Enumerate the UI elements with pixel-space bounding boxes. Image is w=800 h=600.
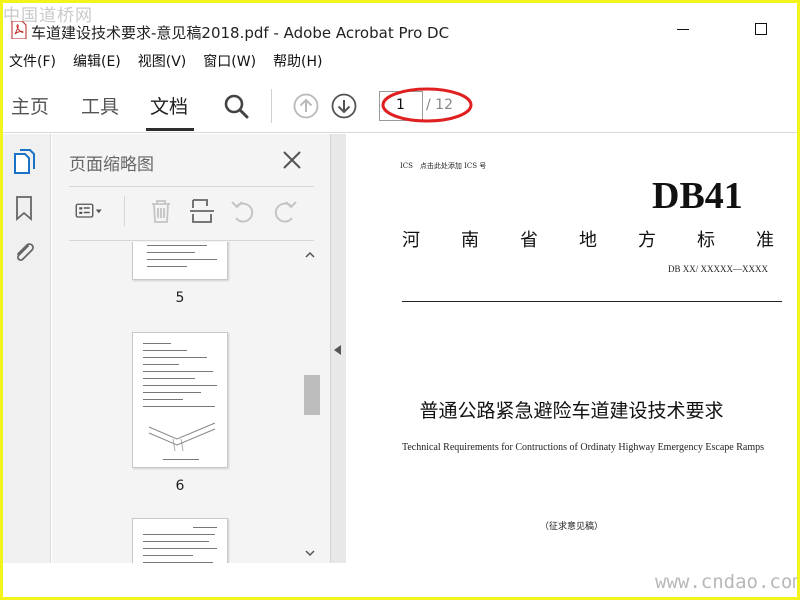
toolbar-divider <box>271 89 272 123</box>
ics-line: ICS 点击此处添加 ICS 号 <box>400 162 487 170</box>
chevron-up-icon[interactable] <box>305 250 315 260</box>
province-char: 南 <box>461 230 479 251</box>
tab-tools[interactable]: 工具 <box>81 92 119 119</box>
thumbnail-options-icon[interactable] <box>74 196 104 226</box>
menu-bar: 文件(F) 编辑(E) 视图(V) 窗口(W) 帮助(H) <box>3 51 797 73</box>
page-thumbnails-icon[interactable] <box>11 148 37 176</box>
insert-page-icon[interactable] <box>187 196 217 226</box>
thumbnail-page-7[interactable] <box>132 518 228 563</box>
title-bar: 中国道桥网 车道建设技术要求-意见稿2018.pdf - Adobe Acrob… <box>3 3 797 47</box>
menu-edit[interactable]: 编辑(E) <box>73 51 121 73</box>
delete-icon[interactable] <box>146 196 176 226</box>
active-tab-indicator <box>146 128 194 131</box>
menu-view[interactable]: 视图(V) <box>138 51 187 73</box>
standard-code: DB41 <box>652 175 743 217</box>
thumbnail-panel: 页面缩略图 5 6 <box>52 134 330 563</box>
thumbnail-page-6[interactable] <box>132 332 228 468</box>
panel-title: 页面缩略图 <box>69 155 154 175</box>
bookmark-icon[interactable] <box>11 194 37 222</box>
standard-category: 河 南 省 地 方 标 准 <box>402 226 774 252</box>
search-icon[interactable] <box>223 93 249 119</box>
paperclip-icon[interactable] <box>11 238 37 266</box>
document-title-cn: 普通公路紧急避险车道建设技术要求 <box>419 400 724 422</box>
draft-label: （征求意见稿） <box>539 522 603 532</box>
navigation-rail <box>3 134 51 563</box>
maximize-button[interactable] <box>741 17 781 41</box>
chevron-down-icon[interactable] <box>305 548 315 558</box>
thumbnail-page-5[interactable] <box>132 242 228 280</box>
collapse-left-icon[interactable] <box>334 345 341 355</box>
window-title: 车道建设技术要求-意见稿2018.pdf - Adobe Acrobat Pro… <box>31 24 450 42</box>
tab-document[interactable]: 文档 <box>150 92 188 119</box>
menu-help[interactable]: 帮助(H) <box>273 51 322 73</box>
thumbnail-page-number: 5 <box>175 290 185 306</box>
annotation-ellipse <box>381 87 473 123</box>
watermark-bottom: www.cndao.com <box>655 571 797 593</box>
province-char: 河 <box>402 230 420 251</box>
header-rule <box>402 301 782 302</box>
close-icon[interactable] <box>280 148 304 172</box>
toolbar: 主页 工具 文档 1 / 12 <box>3 79 797 133</box>
menu-file[interactable]: 文件(F) <box>9 51 56 73</box>
province-char: 准 <box>756 230 774 251</box>
minimize-button[interactable] <box>663 17 703 41</box>
scrollbar-thumb[interactable] <box>304 375 320 415</box>
thumbnail-diagram <box>148 422 216 452</box>
thumbnail-list: 5 6 <box>52 242 302 563</box>
province-char: 标 <box>697 230 715 251</box>
menu-window[interactable]: 窗口(W) <box>203 51 256 73</box>
panel-collapse-strip[interactable] <box>330 134 346 563</box>
tab-home[interactable]: 主页 <box>11 92 49 119</box>
undo-icon[interactable] <box>228 196 258 226</box>
province-char: 省 <box>520 230 538 251</box>
document-page: ICS 点击此处添加 ICS 号 DB41 河 南 省 地 方 标 准 DB X… <box>346 134 797 597</box>
province-char: 方 <box>638 230 656 251</box>
panel-divider <box>69 240 314 241</box>
db-number: DB XX/ XXXXX—XXXX <box>668 264 768 274</box>
pdf-file-icon <box>11 21 27 39</box>
province-char: 地 <box>579 230 597 251</box>
document-title-en: Technical Requirements for Contructions … <box>401 442 765 453</box>
panel-tool-divider <box>124 196 125 226</box>
thumbnail-scrollbar[interactable] <box>302 242 320 563</box>
panel-divider <box>69 186 314 187</box>
redo-icon[interactable] <box>270 196 300 226</box>
acrobat-window: 中国道桥网 车道建设技术要求-意见稿2018.pdf - Adobe Acrob… <box>3 3 797 597</box>
arrow-up-circle-icon[interactable] <box>293 93 319 119</box>
thumbnail-page-number: 6 <box>175 478 185 494</box>
arrow-down-circle-icon[interactable] <box>331 93 357 119</box>
